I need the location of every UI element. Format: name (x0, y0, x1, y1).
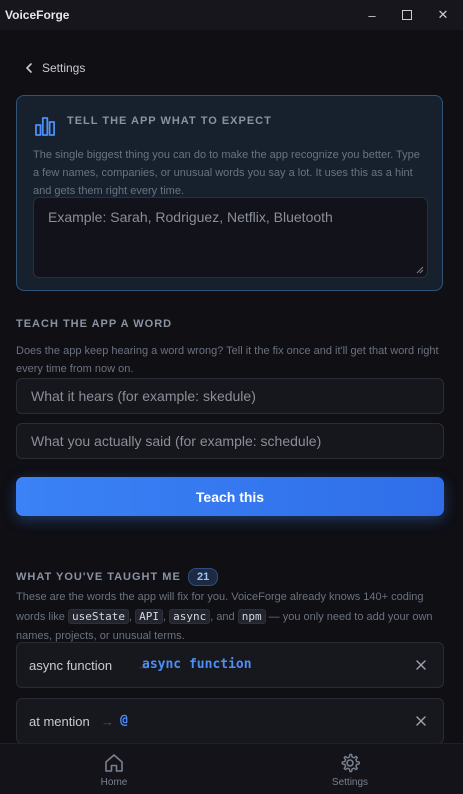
home-icon (105, 754, 123, 772)
taught-from: at mention (29, 714, 90, 729)
app-title: VoiceForge (5, 8, 70, 22)
arrow-right-icon: → (101, 714, 114, 729)
taught-description: These are the words the app will fix for… (16, 588, 448, 646)
bottom-nav: Home Settings (0, 743, 463, 794)
what-you-said-placeholder: What you actually said (for example: sch… (31, 433, 322, 449)
back-label: Settings (42, 61, 86, 75)
chip-separator: , (162, 611, 167, 623)
maximize-button[interactable] (389, 0, 425, 30)
teach-section-title: TEACH THE APP A WORD (16, 318, 173, 330)
taught-word-row: at mention → @ (16, 698, 444, 744)
what-it-hears-placeholder: What it hears (for example: skedule) (31, 388, 256, 404)
code-chip: npm (237, 609, 266, 624)
what-you-said-input[interactable]: What you actually said (for example: sch… (16, 423, 444, 459)
expected-words-placeholder: Example: Sarah, Rodriguez, Netflix, Blue… (48, 209, 333, 225)
code-chip: API (135, 609, 163, 624)
teach-description: Does the app keep hearing a word wrong? … (16, 345, 439, 375)
remove-word-icon[interactable] (415, 659, 427, 671)
title-bar: VoiceForge – ✕ (0, 0, 463, 30)
expected-words-textarea[interactable]: Example: Sarah, Rodriguez, Netflix, Blue… (33, 197, 428, 278)
resize-grip-icon[interactable] (416, 266, 424, 274)
expect-title: TELL THE APP WHAT TO EXPECT (67, 115, 272, 127)
nav-home[interactable]: Home (74, 744, 154, 794)
expect-description: The single biggest thing you can do to m… (33, 149, 420, 197)
taught-from: async function (29, 658, 113, 673)
what-it-hears-input[interactable]: What it hears (for example: skedule) (16, 378, 444, 414)
teach-this-button[interactable]: Teach this (16, 477, 444, 516)
taught-section-title: WHAT YOU'VE TAUGHT ME (16, 571, 181, 583)
nav-settings[interactable]: Settings (310, 744, 390, 794)
taught-to: @ (120, 713, 128, 728)
code-chip: async (169, 609, 211, 624)
taught-count-badge: 21 (188, 568, 219, 586)
chevron-left-icon (26, 63, 32, 73)
remove-word-icon[interactable] (415, 715, 427, 727)
minimize-button[interactable]: – (354, 0, 390, 30)
gear-icon (341, 753, 360, 773)
chip-separator: , and (210, 611, 235, 623)
taught-to: async function (142, 657, 252, 672)
chip-separator: , (128, 611, 133, 623)
nav-home-label: Home (100, 777, 128, 788)
bar-chart-icon (35, 117, 56, 136)
code-chip: useState (67, 609, 129, 624)
expect-card: TELL THE APP WHAT TO EXPECT The single b… (16, 95, 443, 291)
close-window-button[interactable]: ✕ (425, 0, 461, 30)
nav-settings-label: Settings (331, 777, 369, 788)
back-to-settings[interactable]: Settings (22, 58, 85, 78)
taught-word-row: async function → async function (16, 642, 444, 688)
maximize-icon (402, 10, 412, 20)
